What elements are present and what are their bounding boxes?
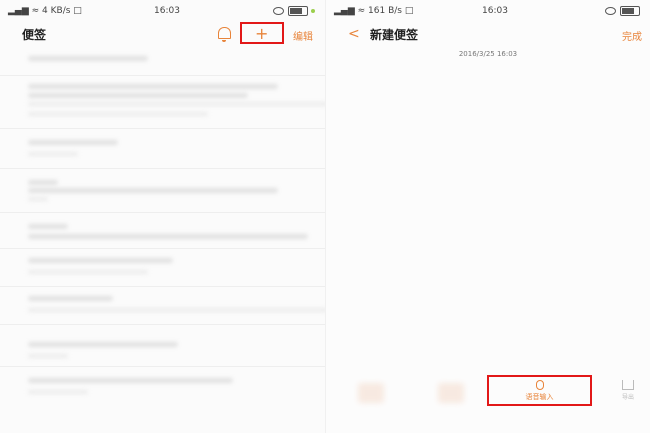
- export-button[interactable]: 导出: [614, 380, 642, 401]
- page-title: 便签: [22, 28, 47, 42]
- status-bar: ▂▄▆ ≈ 4 KB/s □ 16:03: [0, 0, 325, 22]
- top-nav: < 新建便签 完成: [326, 22, 650, 48]
- status-bar: ▂▄▆ ≈ 161 B/s □ 16:03: [326, 0, 650, 22]
- voice-input-button[interactable]: 语音输入: [487, 375, 592, 406]
- status-time: 16:03: [482, 6, 508, 16]
- note-body[interactable]: [326, 64, 650, 364]
- voice-input-label: 语音输入: [525, 393, 554, 401]
- new-note-screen: ▂▄▆ ≈ 161 B/s □ 16:03 < 新建便签 完成 2016/3/2…: [326, 0, 650, 433]
- bell-icon[interactable]: [218, 27, 231, 42]
- export-label: 导出: [621, 394, 634, 401]
- toolbar-item[interactable]: [438, 383, 464, 403]
- eye-icon: [605, 7, 616, 15]
- signal-indicator: ▂▄▆ ≈ 161 B/s □: [334, 6, 414, 16]
- note-date: 2016/3/25 16:03: [458, 50, 518, 58]
- eye-icon: [273, 7, 284, 15]
- share-icon: [622, 380, 634, 390]
- add-note-button[interactable]: +: [240, 22, 284, 44]
- toolbar-item[interactable]: [358, 383, 384, 403]
- plus-icon: +: [255, 24, 269, 43]
- status-time: 16:03: [154, 6, 180, 16]
- back-icon[interactable]: <: [348, 26, 360, 42]
- edit-button[interactable]: 编辑: [293, 28, 313, 43]
- done-button[interactable]: 完成: [622, 28, 642, 43]
- battery-icon: [605, 6, 640, 17]
- notes-list-screen: ▂▄▆ ≈ 4 KB/s □ 16:03 便签 编辑 +: [0, 0, 326, 433]
- signal-indicator: ▂▄▆ ≈ 4 KB/s □: [8, 6, 82, 16]
- battery-icon: [273, 6, 315, 17]
- microphone-icon: [535, 380, 544, 390]
- page-title: 新建便签: [370, 28, 419, 42]
